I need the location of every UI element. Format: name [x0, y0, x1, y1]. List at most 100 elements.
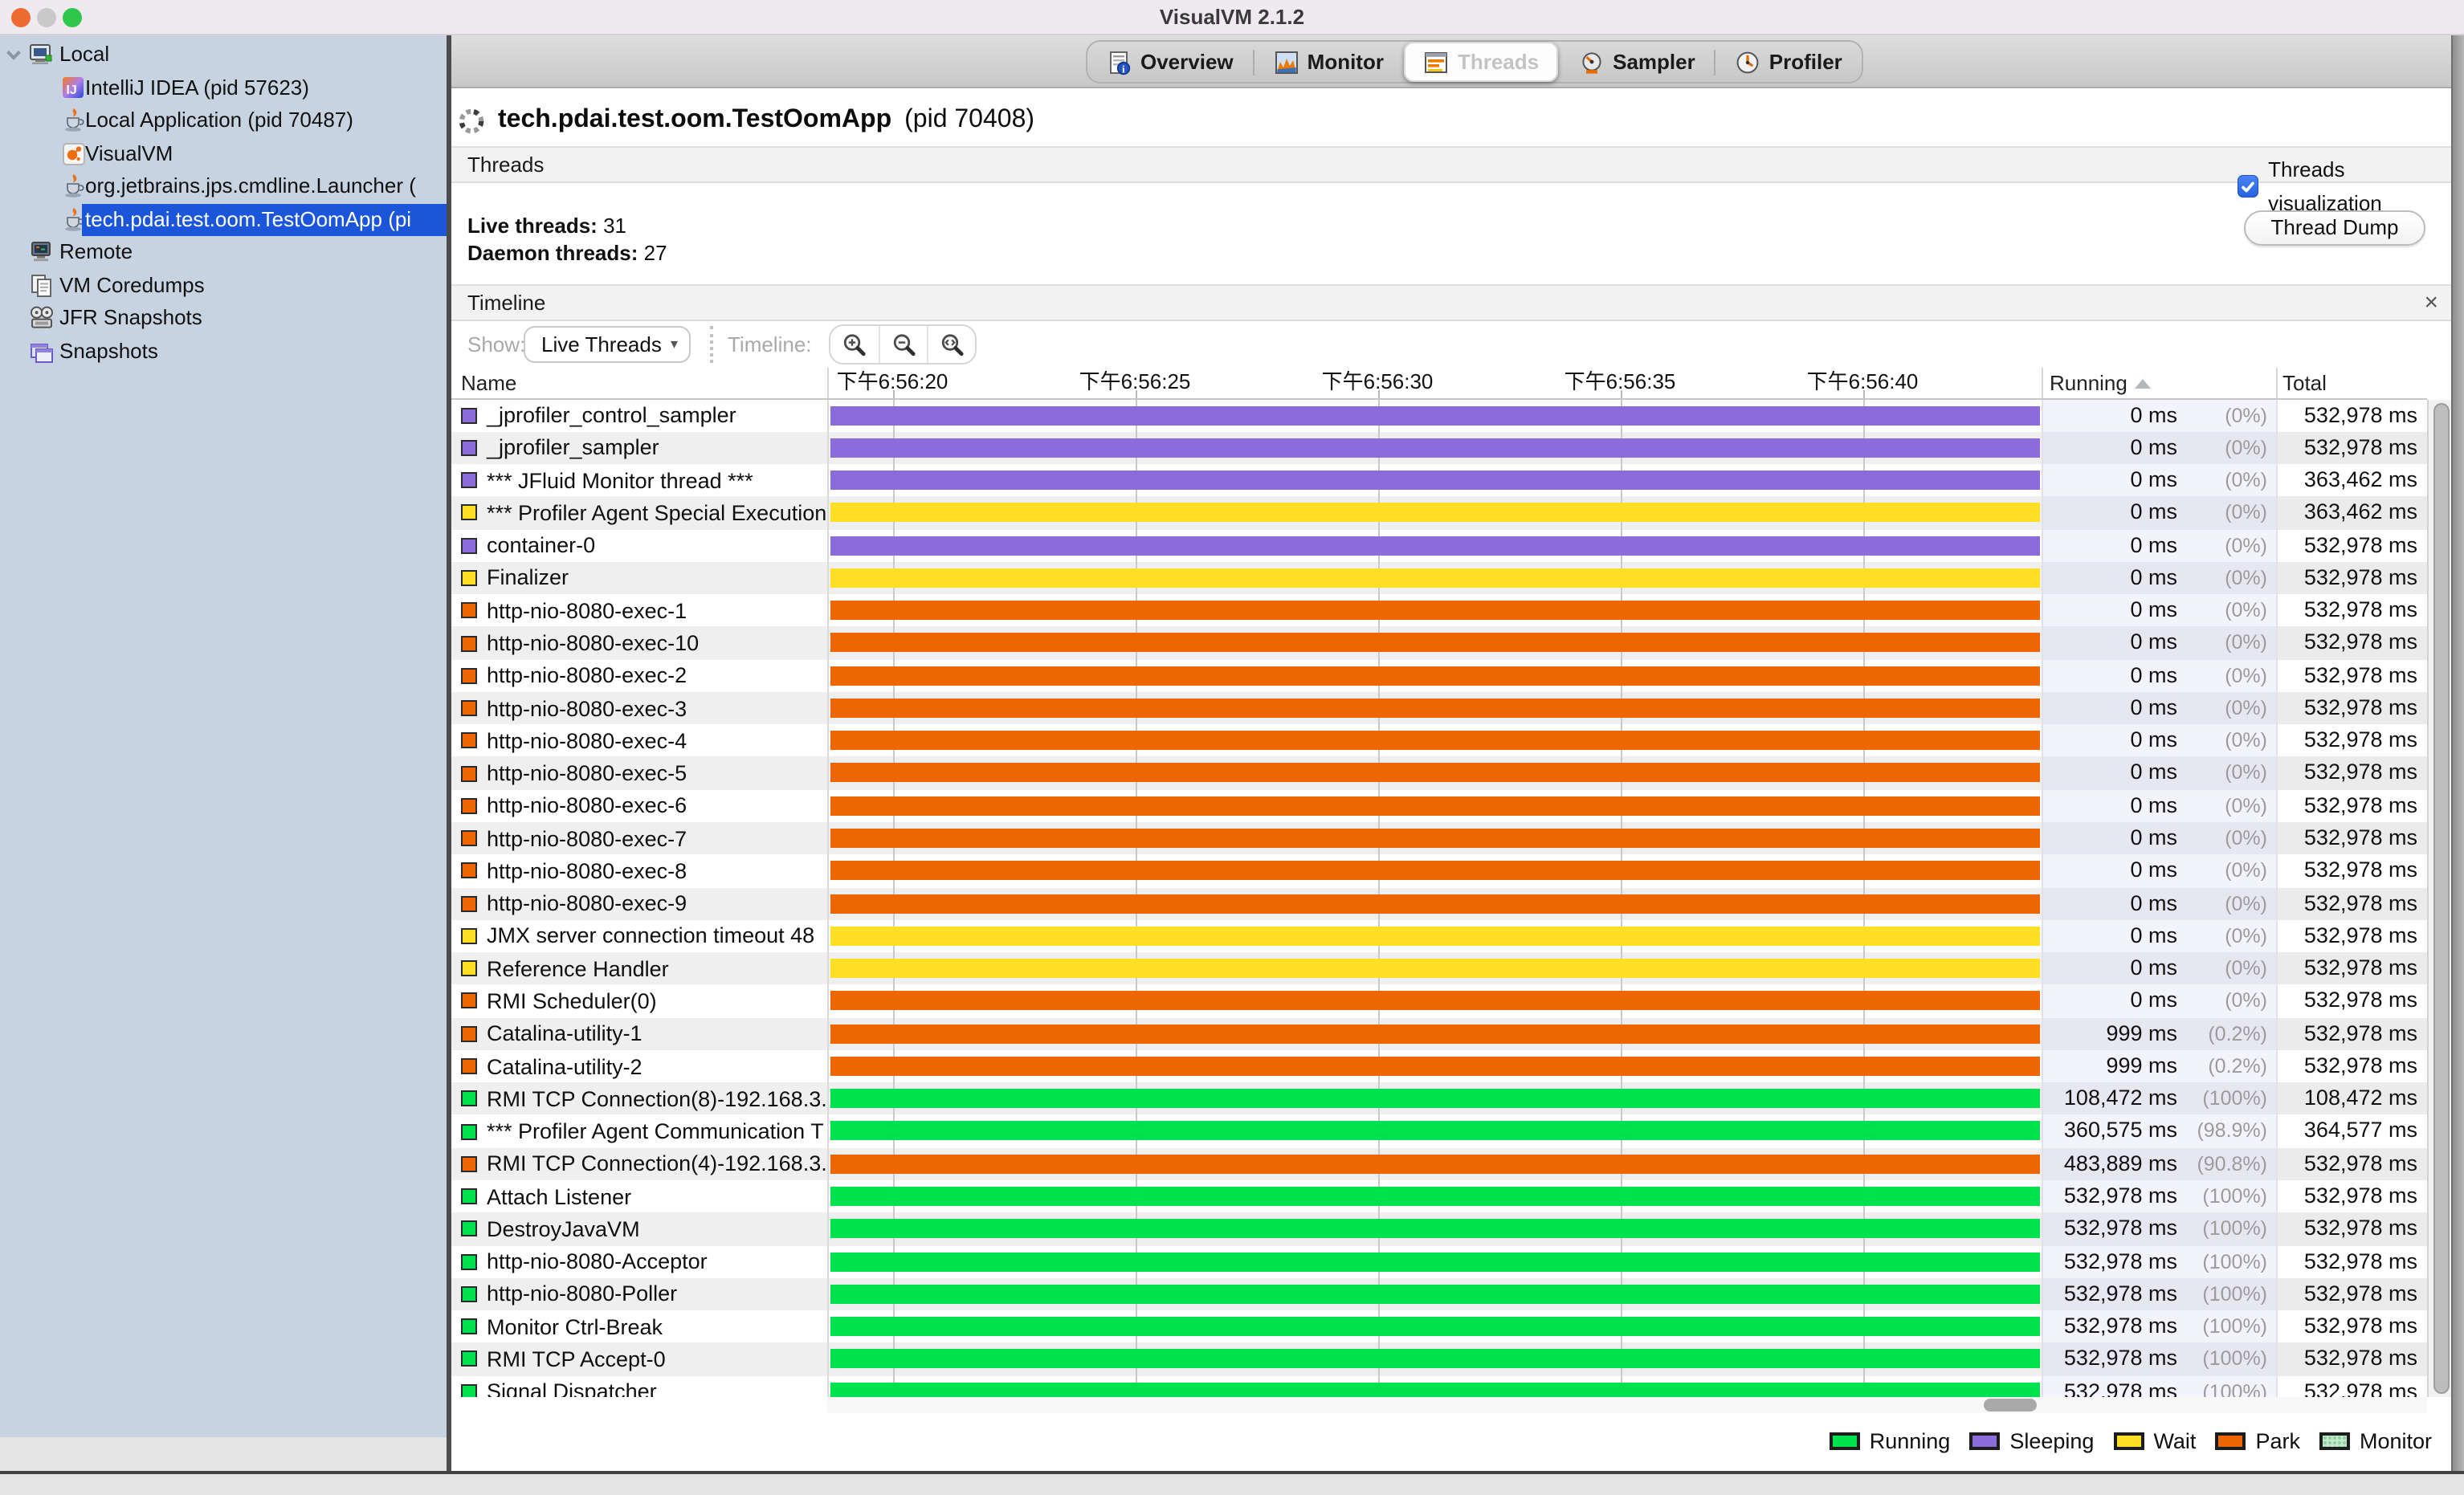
thread-state-swatch	[461, 635, 477, 651]
sidebar-item-local[interactable]: Local	[0, 39, 447, 71]
tab-label: Sampler	[1613, 50, 1695, 74]
thread-row[interactable]: http-nio-8080-exec-30 ms(0%)532,978 ms	[451, 692, 2427, 725]
thread-name-cell: JMX server connection timeout 48	[451, 920, 827, 953]
thread-row[interactable]: http-nio-8080-exec-40 ms(0%)532,978 ms	[451, 724, 2427, 757]
sidebar-item-label: tech.pdai.test.oom.TestOomApp (pi	[85, 203, 411, 236]
checkbox-checked-icon[interactable]	[2238, 175, 2258, 198]
thread-row[interactable]: _jprofiler_control_sampler0 ms(0%)532,97…	[451, 399, 2427, 432]
thread-state-bar	[830, 1089, 2039, 1108]
legend-swatch	[1969, 1432, 2000, 1449]
sidebar-item-label: Remote	[59, 236, 133, 269]
show-threads-dropdown[interactable]: Live Threads ▾	[524, 326, 691, 363]
tab-overview[interactable]: iOverview	[1087, 42, 1253, 82]
sidebar-item-vm-coredumps[interactable]: VM Coredumps	[0, 269, 447, 302]
sidebar-item-tech-pdai-test-oom-testoomapp-pi[interactable]: tech.pdai.test.oom.TestOomApp (pi	[0, 203, 447, 236]
thread-row[interactable]: *** JFluid Monitor thread ***0 ms(0%)363…	[451, 464, 2427, 497]
thread-name-cell: http-nio-8080-Poller	[451, 1278, 827, 1311]
thread-row[interactable]: http-nio-8080-exec-90 ms(0%)532,978 ms	[451, 887, 2427, 920]
sidebar-item-snapshots[interactable]: Snapshots	[0, 335, 447, 368]
thread-row[interactable]: Finalizer0 ms(0%)532,978 ms	[451, 562, 2427, 595]
total-time: 532,978 ms	[2304, 985, 2417, 1018]
timeline-tick	[1377, 389, 1379, 397]
tab-profiler[interactable]: Profiler	[1716, 42, 1862, 82]
thread-name-cell: RMI TCP Connection(4)-192.168.3.	[451, 1147, 827, 1180]
thread-running-cell: 0 ms(0%)	[2041, 659, 2275, 692]
thread-row[interactable]: Reference Handler0 ms(0%)532,978 ms	[451, 952, 2427, 985]
thread-name: http-nio-8080-Acceptor	[487, 1249, 708, 1273]
tab-threads[interactable]: Threads	[1405, 42, 1558, 82]
zoom-out-button[interactable]	[879, 326, 927, 363]
thread-name-cell: http-nio-8080-Acceptor	[451, 1245, 827, 1278]
sidebar-item-visualvm[interactable]: VisualVM	[0, 137, 447, 170]
thread-row[interactable]: Catalina-utility-1999 ms(0.2%)532,978 ms	[451, 1017, 2427, 1050]
thread-name-cell: Catalina-utility-1	[451, 1017, 827, 1050]
thread-row[interactable]: *** Profiler Agent Communication T360,57…	[451, 1115, 2427, 1148]
thread-row[interactable]: http-nio-8080-exec-100 ms(0%)532,978 ms	[451, 627, 2427, 660]
close-icon[interactable]: ×	[2424, 286, 2438, 320]
table-vertical-scrollbar[interactable]	[2427, 399, 2451, 1397]
thread-row[interactable]: Monitor Ctrl-Break532,978 ms(100%)532,97…	[451, 1310, 2427, 1343]
tab-monitor[interactable]: Monitor	[1254, 42, 1403, 82]
thread-row[interactable]: RMI TCP Accept-0532,978 ms(100%)532,978 …	[451, 1343, 2427, 1376]
thread-row[interactable]: DestroyJavaVM532,978 ms(100%)532,978 ms	[451, 1213, 2427, 1246]
running-percent: (0%)	[2225, 627, 2267, 660]
thread-row[interactable]: http-nio-8080-exec-80 ms(0%)532,978 ms	[451, 855, 2427, 888]
zoom-in-button[interactable]	[830, 326, 879, 363]
total-time: 532,978 ms	[2304, 1147, 2417, 1180]
application-pid: (pid 70408)	[904, 106, 1034, 135]
thread-row[interactable]: http-nio-8080-exec-10 ms(0%)532,978 ms	[451, 594, 2427, 627]
thread-row[interactable]: RMI Scheduler(0)0 ms(0%)532,978 ms	[451, 985, 2427, 1018]
thread-state-bar	[830, 536, 2039, 555]
running-time: 0 ms	[2130, 887, 2177, 920]
sidebar-item-jfr-snapshots[interactable]: JFR Snapshots	[0, 302, 447, 335]
thread-total-cell: 532,978 ms	[2275, 887, 2427, 920]
thread-row[interactable]: Signal Dispatcher532,978 ms(100%)532,978…	[451, 1375, 2427, 1397]
running-time: 0 ms	[2130, 952, 2177, 985]
snapshots-icon	[29, 338, 55, 364]
thread-row[interactable]: http-nio-8080-exec-20 ms(0%)532,978 ms	[451, 659, 2427, 692]
thread-row[interactable]: container-00 ms(0%)532,978 ms	[451, 529, 2427, 562]
column-header-running[interactable]: Running	[2050, 368, 2127, 398]
thread-state-bar	[830, 1122, 2039, 1141]
timeline-section-bar: Timeline ×	[451, 284, 2451, 321]
thread-dump-button[interactable]: Thread Dump	[2244, 210, 2425, 246]
running-time: 0 ms	[2130, 432, 2177, 465]
thread-row[interactable]: http-nio-8080-exec-70 ms(0%)532,978 ms	[451, 822, 2427, 855]
thread-name-cell: container-0	[451, 529, 827, 562]
thread-row[interactable]: Catalina-utility-2999 ms(0.2%)532,978 ms	[451, 1050, 2427, 1083]
thread-row[interactable]: http-nio-8080-Poller532,978 ms(100%)532,…	[451, 1278, 2427, 1311]
thread-row[interactable]: http-nio-8080-exec-50 ms(0%)532,978 ms	[451, 757, 2427, 790]
column-header-total[interactable]: Total	[2282, 368, 2327, 398]
zoom-fit-button[interactable]	[927, 326, 975, 363]
column-header-name[interactable]: Name	[461, 368, 516, 398]
thread-state-bar	[830, 894, 2039, 913]
chevron-down-icon[interactable]	[5, 47, 22, 64]
sidebar-item-remote[interactable]: Remote	[0, 236, 447, 269]
thread-row[interactable]: http-nio-8080-Acceptor532,978 ms(100%)53…	[451, 1245, 2427, 1278]
thread-state-swatch	[461, 602, 477, 618]
applications-tree-sidebar: LocalIJIntelliJ IDEA (pid 57623)Local Ap…	[0, 35, 447, 1437]
thread-timeline-cell	[827, 1375, 2041, 1397]
thread-row[interactable]: Attach Listener532,978 ms(100%)532,978 m…	[451, 1180, 2427, 1213]
sidebar-item-local-application-pid-70487[interactable]: Local Application (pid 70487)	[0, 104, 447, 137]
thread-row[interactable]: http-nio-8080-exec-60 ms(0%)532,978 ms	[451, 789, 2427, 822]
sidebar-item-org-jetbrains-jps-cmdline-launcher[interactable]: org.jetbrains.jps.cmdline.Launcher (	[0, 170, 447, 203]
timeline-horizontal-scrollbar[interactable]	[827, 1397, 2427, 1413]
thread-state-swatch	[461, 1351, 477, 1367]
running-percent: (100%)	[2202, 1082, 2267, 1115]
sidebar-item-intellij-idea-pid-57623[interactable]: IJIntelliJ IDEA (pid 57623)	[0, 71, 447, 104]
thread-name: http-nio-8080-exec-1	[487, 598, 687, 622]
thread-row[interactable]: JMX server connection timeout 48 0 ms(0%)…	[451, 920, 2427, 953]
thread-total-cell: 532,978 ms	[2275, 627, 2427, 660]
computer-icon	[29, 42, 55, 67]
thread-running-cell: 0 ms(0%)	[2041, 920, 2275, 953]
thread-row[interactable]: *** Profiler Agent Special Execution0 ms…	[451, 497, 2427, 530]
table-scrollbar-thumb[interactable]	[2433, 402, 2449, 1393]
thread-row[interactable]: RMI TCP Connection(4)-192.168.3.483,889 …	[451, 1147, 2427, 1180]
thread-name-cell: Attach Listener	[451, 1180, 827, 1213]
thread-running-cell: 532,978 ms(100%)	[2041, 1180, 2275, 1213]
thread-row[interactable]: RMI TCP Connection(8)-192.168.3.108,472 …	[451, 1082, 2427, 1115]
timeline-scrollbar-thumb[interactable]	[1984, 1399, 2037, 1411]
tab-sampler[interactable]: Sampler	[1560, 42, 1715, 82]
thread-row[interactable]: _jprofiler_sampler0 ms(0%)532,978 ms	[451, 432, 2427, 465]
